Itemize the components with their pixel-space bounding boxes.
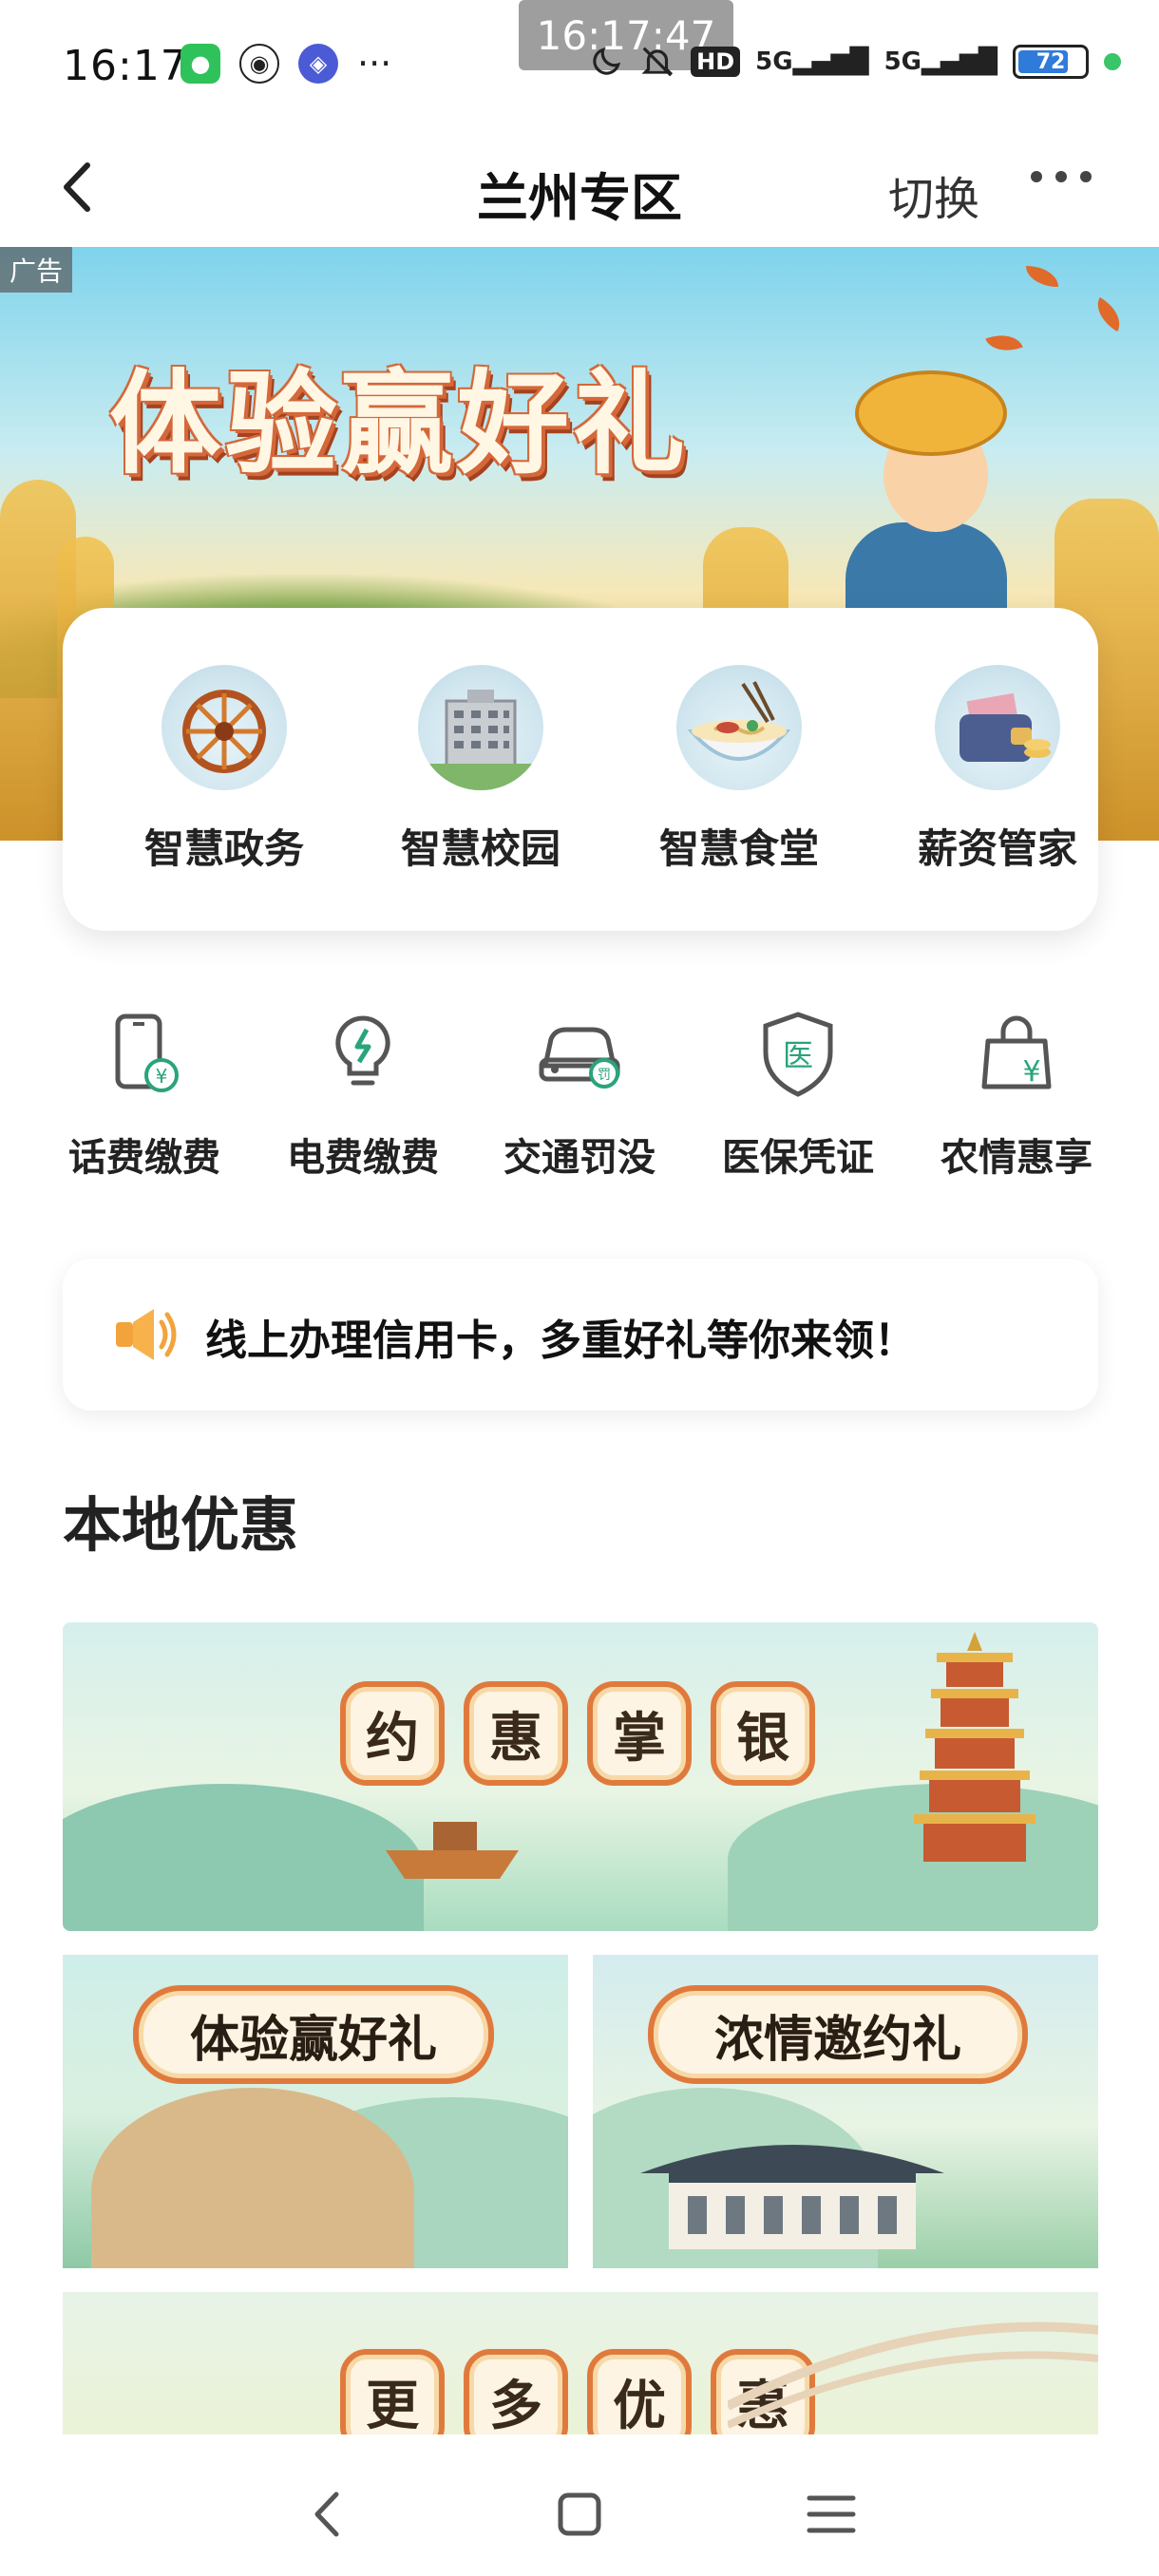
deal-title-seals: 约 惠 掌 银 bbox=[340, 1681, 815, 1786]
bridge-icon bbox=[728, 2321, 1098, 2429]
speaker-icon bbox=[116, 1309, 177, 1360]
notice-bar[interactable]: 线上办理信用卡，多重好礼等你来领！ bbox=[63, 1259, 1098, 1411]
status-app-icons: ● ◉ ◈ ··· bbox=[180, 43, 392, 85]
tieba-icon: ◈ bbox=[298, 44, 338, 84]
pagoda-icon bbox=[914, 1632, 1036, 1862]
system-home-icon[interactable] bbox=[546, 2481, 613, 2548]
service-label: 电费缴费 bbox=[287, 1136, 439, 1180]
boat-icon bbox=[386, 1822, 519, 1879]
battery-level: 72 bbox=[1036, 49, 1066, 74]
farmer-hat bbox=[855, 370, 1007, 456]
phone-bill-icon: ¥ bbox=[115, 1013, 179, 1092]
noodle-bowl-icon bbox=[676, 665, 802, 790]
status-icons: HD 5G▂▄▆█ 5G▂▄▆█ 72 bbox=[588, 44, 1121, 80]
quick-entry-canteen[interactable]: 智慧食堂 bbox=[644, 665, 834, 875]
seal-char: 惠 bbox=[464, 1681, 568, 1786]
page-title: 兰州专区 bbox=[477, 168, 682, 228]
service-label: 农情惠享 bbox=[940, 1136, 1092, 1180]
deal-card-title: 体验赢好礼 bbox=[133, 1985, 494, 2084]
svg-text:罚: 罚 bbox=[598, 1068, 611, 1083]
leaf-decoration bbox=[1026, 266, 1058, 287]
service-label: 话费缴费 bbox=[68, 1136, 220, 1180]
banner-headline: 体验赢好礼 bbox=[109, 358, 690, 489]
service-label: 医保凭证 bbox=[722, 1136, 874, 1180]
service-phone-bill[interactable]: ¥ 话费缴费 bbox=[49, 1007, 239, 1182]
seal-char: 约 bbox=[340, 1681, 445, 1786]
service-agriculture[interactable]: ¥ 农情惠享 bbox=[922, 1007, 1112, 1182]
service-traffic-fine[interactable]: 罚 交通罚没 bbox=[484, 1007, 674, 1182]
leaf-decoration bbox=[1089, 296, 1129, 332]
quick-entry-card: 智慧政务 智慧校园 智慧食堂 薪资管家 bbox=[63, 608, 1098, 931]
ad-tag: 广告 bbox=[0, 247, 73, 293]
quick-entry-government[interactable]: 智慧政务 bbox=[129, 665, 319, 875]
campus-building-icon bbox=[418, 665, 543, 790]
qq-icon: ◉ bbox=[239, 44, 279, 84]
svg-text:医: 医 bbox=[783, 1037, 813, 1073]
system-nav-bar bbox=[0, 2441, 1159, 2576]
status-time: 16:17 bbox=[63, 42, 188, 90]
car-fine-icon: 罚 bbox=[539, 1027, 620, 1089]
quick-entry-label: 薪资管家 bbox=[917, 825, 1077, 872]
moon-icon bbox=[593, 47, 621, 75]
system-back-icon[interactable] bbox=[294, 2481, 361, 2548]
privacy-indicator-dot bbox=[1104, 53, 1121, 70]
deal-banner-more[interactable]: 更 多 优 惠 bbox=[63, 2292, 1098, 2434]
medical-shield-icon: 医 bbox=[763, 1012, 833, 1097]
service-electricity-bill[interactable]: 电费缴费 bbox=[268, 1007, 458, 1182]
deal-card-title: 浓情邀约礼 bbox=[648, 1985, 1028, 2084]
service-label: 交通罚没 bbox=[504, 1136, 656, 1180]
seal-char: 优 bbox=[587, 2349, 692, 2434]
system-menu-icon[interactable] bbox=[798, 2481, 864, 2548]
wechat-icon: ● bbox=[180, 44, 220, 84]
more-notifications-icon: ··· bbox=[357, 43, 392, 85]
lightbulb-icon bbox=[335, 1015, 390, 1086]
waterwheel-icon bbox=[162, 665, 287, 790]
deal-card-experience[interactable]: 体验赢好礼 bbox=[63, 1955, 568, 2268]
svg-text:¥: ¥ bbox=[1022, 1055, 1040, 1089]
notice-text: 线上办理信用卡，多重好礼等你来领！ bbox=[205, 1316, 916, 1365]
service-medical-insurance[interactable]: 医 医保凭证 bbox=[703, 1007, 893, 1182]
mute-bell-icon bbox=[641, 47, 674, 77]
quick-entry-salary[interactable]: 薪资管家 bbox=[902, 665, 1092, 875]
seal-char: 多 bbox=[464, 2349, 568, 2434]
seal-char: 更 bbox=[340, 2349, 445, 2434]
nav-bar: 兰州专区 切换 bbox=[0, 133, 1159, 247]
battery-icon: 72 bbox=[1013, 45, 1089, 79]
svg-text:¥: ¥ bbox=[156, 1065, 168, 1088]
deal-card-invite[interactable]: 浓情邀约礼 bbox=[593, 1955, 1098, 2268]
signal-icon-1: 5G▂▄▆█ bbox=[755, 47, 869, 76]
quick-entry-campus[interactable]: 智慧校园 bbox=[386, 665, 576, 875]
status-bar: 16:17 ● ◉ ◈ ··· 16:17:47 HD 5G▂▄▆█ 5G▂▄▆… bbox=[0, 0, 1159, 133]
wallet-icon bbox=[935, 665, 1060, 790]
signal-icon-2: 5G▂▄▆█ bbox=[884, 47, 998, 76]
shopping-bag-icon: ¥ bbox=[981, 1015, 1052, 1089]
section-title-local-deals: 本地优惠 bbox=[63, 1490, 299, 1560]
pavilion-icon bbox=[640, 2145, 944, 2249]
seal-char: 掌 bbox=[587, 1681, 692, 1786]
hd-icon: HD bbox=[691, 47, 741, 77]
quick-entry-label: 智慧政务 bbox=[143, 825, 304, 872]
quick-entry-label: 智慧食堂 bbox=[658, 825, 819, 872]
quick-entry-label: 智慧校园 bbox=[400, 825, 560, 872]
leaf-decoration bbox=[985, 327, 1023, 359]
switch-city-button[interactable]: 切换 bbox=[888, 161, 979, 228]
more-options-icon[interactable] bbox=[1031, 171, 1092, 182]
seal-char: 银 bbox=[711, 1681, 815, 1786]
deal-banner-main[interactable]: 约 惠 掌 银 bbox=[63, 1622, 1098, 1931]
